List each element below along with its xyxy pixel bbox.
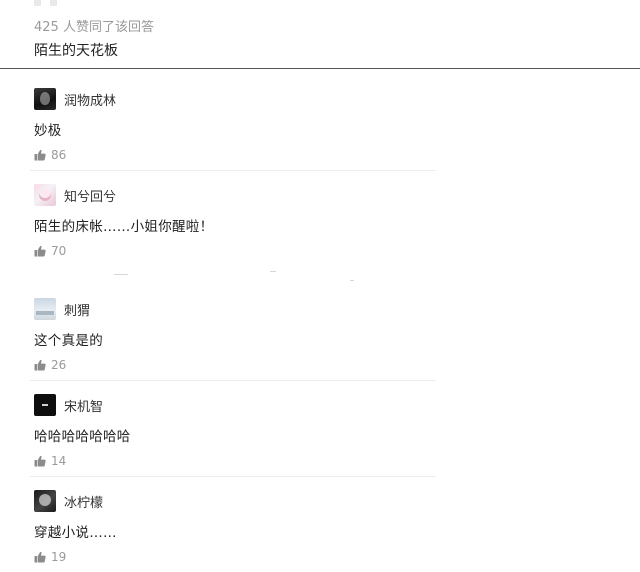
thumbs-up-icon [34, 359, 46, 371]
comment-item: 冰柠檬 穿越小说…… 19 [0, 476, 640, 572]
comment-text: 陌生的床帐……小姐你醒啦！ [34, 219, 214, 235]
thumbs-up-icon [34, 551, 46, 563]
comment-item: 刺猬 这个真是的 26 [0, 284, 640, 381]
avatar[interactable] [34, 298, 56, 320]
avatar[interactable] [34, 490, 56, 512]
avatar[interactable] [34, 184, 56, 206]
comment-username[interactable]: 宋机智 [64, 396, 103, 415]
avatar[interactable] [34, 88, 56, 110]
comment-text: 妙极 [34, 123, 62, 139]
comment-username[interactable]: 刺猬 [64, 300, 90, 319]
like-button[interactable]: 86 [34, 147, 66, 163]
thumbs-up-icon [34, 455, 46, 467]
answer-text: 陌生的天花板 [34, 43, 118, 59]
top-stub [34, 0, 70, 6]
like-button[interactable]: 26 [34, 357, 66, 373]
comment-item: 润物成林 妙极 86 [0, 74, 640, 171]
thumbs-up-icon [34, 245, 46, 257]
like-count: 14 [51, 454, 67, 468]
comment-text: 哈哈哈哈哈哈哈 [34, 429, 131, 445]
like-button[interactable]: 14 [34, 453, 66, 469]
thumbs-up-icon [34, 149, 46, 161]
avatar[interactable] [34, 394, 56, 416]
stray-mark [114, 274, 128, 275]
like-button[interactable]: 19 [34, 549, 66, 565]
comment-username[interactable]: 知兮回兮 [64, 186, 116, 205]
like-button[interactable]: 70 [34, 243, 66, 259]
stray-mark [270, 271, 276, 272]
comment-username[interactable]: 润物成林 [64, 90, 116, 109]
like-count: 70 [51, 244, 67, 258]
like-count: 26 [51, 358, 67, 372]
stray-mark [350, 280, 354, 281]
comment-text: 这个真是的 [34, 333, 103, 349]
like-count: 86 [51, 148, 67, 162]
comment-item: 宋机智 哈哈哈哈哈哈哈 14 [0, 380, 640, 477]
section-divider [0, 68, 640, 69]
comment-item: 知兮回兮 陌生的床帐……小姐你醒啦！ 70 [0, 170, 640, 266]
comment-username[interactable]: 冰柠檬 [64, 492, 103, 511]
answer-likes-summary: 425 人赞同了该回答 [34, 20, 154, 35]
comment-text: 穿越小说…… [34, 525, 117, 541]
like-count: 19 [51, 550, 67, 564]
